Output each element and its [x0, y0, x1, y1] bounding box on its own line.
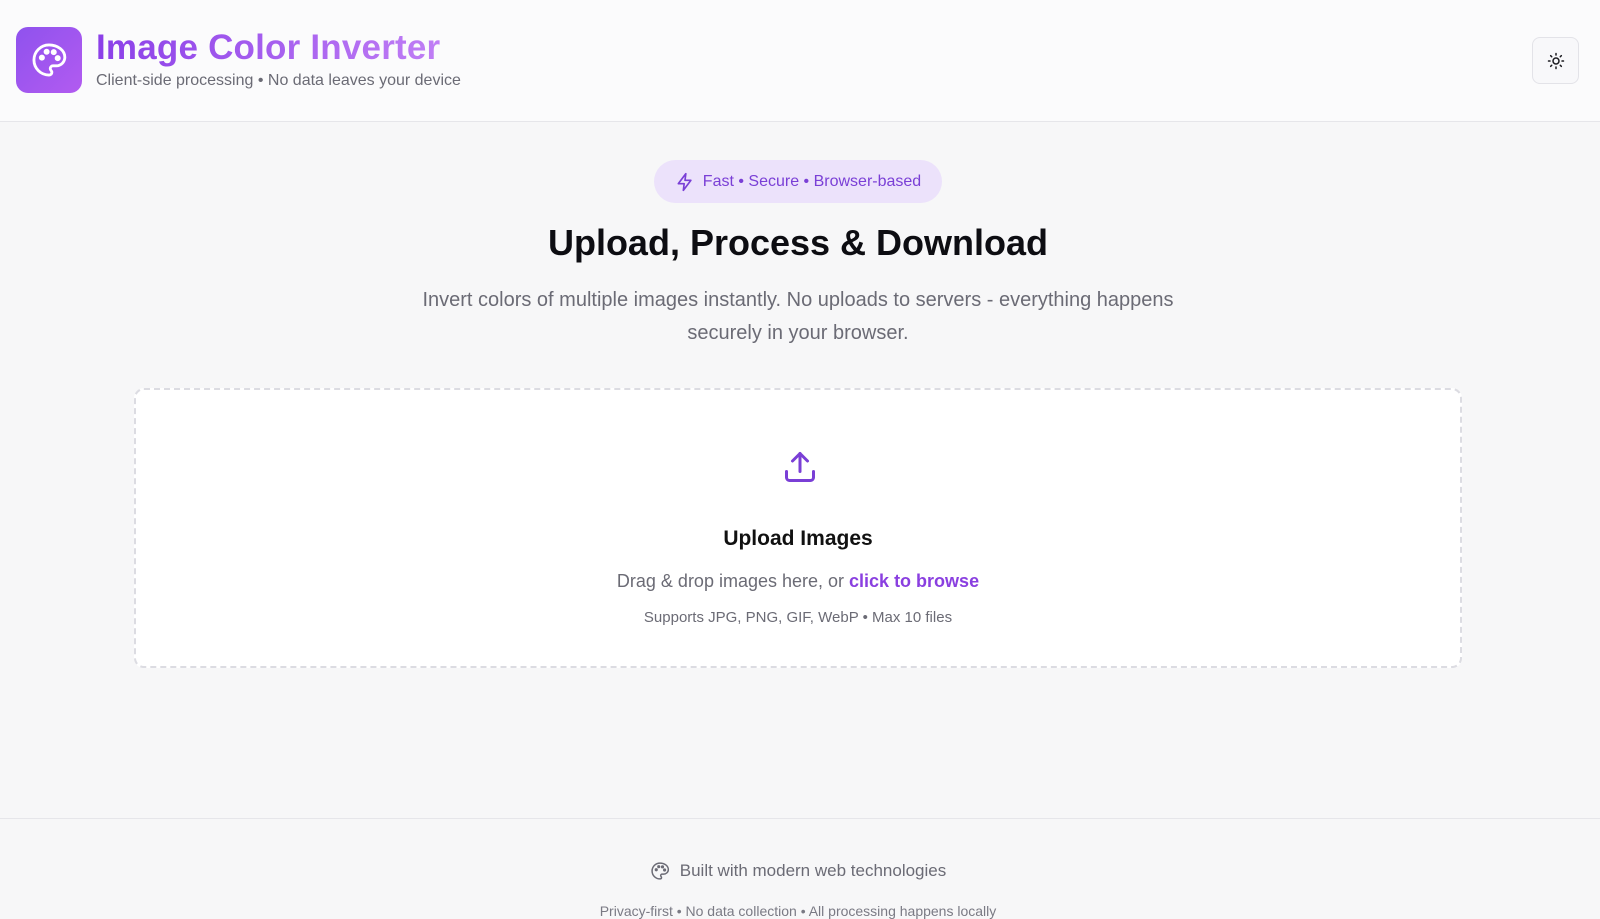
hero-description: Invert colors of multiple images instant… — [422, 289, 1174, 344]
upload-title: Upload Images — [723, 527, 873, 550]
upload-hint: Drag & drop images here, or click to bro… — [136, 571, 1460, 592]
upload-dropzone[interactable]: Upload Images Drag & drop images here, o… — [134, 388, 1462, 668]
footer-credit-text: Built with modern web technologies — [679, 861, 947, 880]
upload-hint-text: Drag & drop images here, or — [616, 571, 850, 591]
hero-title: Upload, Process & Download — [547, 222, 1049, 263]
sun-icon — [1547, 52, 1564, 69]
app-subtitle: Client-side processing • No data leaves … — [96, 72, 461, 89]
upload-icon — [785, 452, 815, 482]
upload-formats: Supports JPG, PNG, GIF, WebP • Max 10 fi… — [643, 609, 953, 626]
app-logo — [16, 27, 82, 93]
footer-credit: Built with modern web technologies — [0, 861, 1596, 881]
feature-badge-text: Fast • Secure • Browser-based — [702, 172, 922, 190]
lightning-icon — [677, 172, 692, 191]
palette-icon — [32, 43, 67, 77]
theme-toggle-button[interactable] — [1532, 37, 1579, 84]
feature-badge: Fast • Secure • Browser-based — [654, 160, 942, 203]
app-title: Image Color Inverter — [96, 28, 441, 67]
app-footer: Built with modern web technologies Priva… — [0, 818, 1600, 919]
browse-link[interactable]: click to browse — [849, 571, 979, 591]
app-header: Image Color Inverter Client-side process… — [0, 0, 1600, 122]
palette-icon — [651, 862, 669, 880]
